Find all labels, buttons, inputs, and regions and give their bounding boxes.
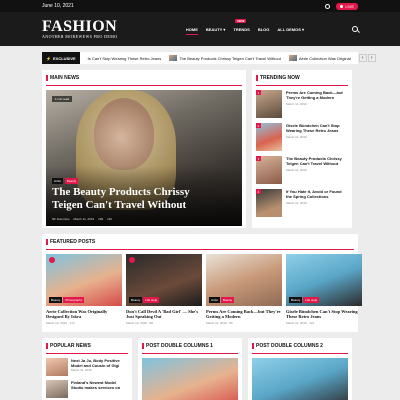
ticker-arrows: ‹ ›	[358, 54, 376, 62]
site-header: FASHION ANOTHER MOREWEWS PRO DEMO HOME B…	[0, 12, 400, 46]
nav-home[interactable]: HOME	[185, 24, 198, 35]
category-tag[interactable]: Life style	[303, 297, 320, 303]
list-item[interactable]: 2 Gisele Bündchen Can't Stop Wearing The…	[256, 123, 348, 151]
featured-title[interactable]: Gisele Bündchen Can't Stop Wearing These…	[286, 309, 362, 319]
category-tag[interactable]: Artist	[52, 178, 63, 184]
nav-all-demos[interactable]: ALL DEMOS ▾	[277, 24, 304, 35]
ticker-thumb	[288, 55, 297, 61]
category-tag[interactable]: Life style	[143, 297, 160, 303]
featured-card[interactable]: Beauty Life style Gisele Bündchen Can't S…	[286, 254, 362, 325]
ticker-item[interactable]: Aerie Collection Was Original	[288, 55, 351, 61]
search-icon[interactable]	[352, 26, 358, 32]
date-text: June 10, 2021	[42, 3, 74, 9]
featured-card[interactable]: Beauty Life style Don't Call Devil A 'Bad…	[126, 254, 202, 325]
list-item[interactable]: Finland's Newest Model Studio makes serv…	[46, 380, 128, 398]
trending-section: TRENDING NOW 1 Perms Are Coming Back—but…	[252, 70, 352, 228]
site-logo[interactable]: FASHION ANOTHER MOREWEWS PRO DEMO	[42, 19, 117, 40]
category-tag[interactable]: Beauty	[129, 297, 143, 303]
live-dot-icon	[340, 4, 344, 8]
featured-title[interactable]: Perms Are Coming Back—but They're Gettin…	[206, 309, 282, 319]
category-tag[interactable]: Beauty	[64, 178, 79, 184]
news-ticker: ⚡ EXCLUSIVE ts Can't Stop Wearing These R…	[42, 52, 376, 64]
popular-thumb	[46, 380, 68, 398]
main-nav: HOME BEAUTY ▾ NEW TRENDS BLOG ALL DEMOS ▾	[185, 18, 358, 35]
live-button[interactable]: LIVE	[336, 2, 358, 10]
list-item[interactable]: 4 If You Hate It, Avoid or Found the Spr…	[256, 189, 348, 217]
featured-card[interactable]: Beauty Photography Aerie Collection Was O…	[46, 254, 122, 325]
post-date: March 12, 2019	[46, 321, 67, 325]
popular-thumb	[46, 358, 68, 376]
section-heading: FEATURED POSTS	[46, 234, 354, 250]
category-tag[interactable]: Photography	[63, 297, 85, 303]
category-tag[interactable]: Beauty	[220, 297, 235, 303]
views-count: 121	[309, 321, 315, 325]
top-bar: June 10, 2021 LIVE	[0, 0, 400, 12]
user-icon[interactable]	[325, 3, 331, 9]
featured-image: Beauty Life style	[286, 254, 362, 306]
list-item[interactable]: Next Ja Ju, Body Positive Model and Cous…	[46, 358, 128, 376]
views-count: 174	[69, 321, 75, 325]
chevron-left-icon[interactable]: ‹	[358, 54, 367, 62]
post-date: March 11, 2019	[206, 321, 227, 325]
play-icon[interactable]	[129, 257, 135, 263]
featured-title[interactable]: Aerie Collection Was Originally Designed…	[46, 309, 122, 319]
ticker-thumb	[169, 55, 178, 61]
trend-thumb: 4	[256, 189, 282, 217]
post-date: March 12, 2019	[126, 321, 147, 325]
hero-post[interactable]: 1 min read Artist Beauty The Beauty Prod…	[46, 90, 242, 226]
nav-blog[interactable]: BLOG	[258, 24, 270, 35]
views-count: 88	[149, 321, 153, 325]
featured-section: FEATURED POSTS Beauty Photography Aerie C…	[42, 234, 362, 332]
main-news-section: MAIN NEWS 1 min read Artist Beauty The B…	[42, 70, 246, 228]
nav-trends[interactable]: NEW TRENDS	[233, 18, 250, 35]
list-item[interactable]: 3 The Beauty Products Chrissy Teigen Can…	[256, 156, 348, 184]
bolt-icon: ⚡	[46, 55, 51, 61]
featured-title[interactable]: Don't Call Devil A 'Bad Girl' — She's Ju…	[126, 309, 202, 319]
post-double-columns-2: POST DOUBLE COLUMNS 2	[248, 338, 352, 400]
popular-news-section: POPULAR NEWS Next Ja Ju, Body Positive M…	[42, 338, 132, 400]
featured-card[interactable]: Artist Beauty Perms Are Coming Back—but T…	[206, 254, 282, 325]
trend-thumb: 3	[256, 156, 282, 184]
hero-title[interactable]: The Beauty Products Chrissy Teigen Can't…	[52, 186, 222, 212]
list-item[interactable]: 1 Perms Are Coming Back—but They're Gett…	[256, 90, 348, 118]
section-heading: POST DOUBLE COLUMNS 1	[142, 338, 238, 354]
post-image[interactable]	[252, 358, 348, 400]
views-count: 95	[229, 321, 233, 325]
section-heading: POST DOUBLE COLUMNS 2	[252, 338, 348, 354]
post-double-columns-1: POST DOUBLE COLUMNS 1	[138, 338, 242, 400]
play-icon[interactable]	[49, 257, 55, 263]
post-date: March 11, 2019	[73, 217, 95, 221]
category-tag[interactable]: Artist	[209, 297, 220, 303]
new-badge: NEW	[235, 18, 247, 23]
read-time-badge: 1 min read	[52, 96, 73, 102]
post-image[interactable]	[142, 358, 238, 400]
section-heading: MAIN NEWS	[46, 70, 242, 86]
views-count: 199	[98, 217, 104, 221]
ticker-item[interactable]: ts Can't Stop Wearing These Retro Jeans	[88, 56, 162, 61]
featured-image: Artist Beauty	[206, 254, 282, 306]
trend-thumb: 1	[256, 90, 282, 118]
section-heading: POPULAR NEWS	[46, 338, 128, 354]
featured-image: Beauty Photography	[46, 254, 122, 306]
hero-face	[94, 98, 154, 170]
chevron-right-icon[interactable]: ›	[367, 54, 376, 62]
category-tag[interactable]: Beauty	[49, 297, 63, 303]
category-tag[interactable]: Beauty	[289, 297, 303, 303]
featured-image: Beauty Life style	[126, 254, 202, 306]
trend-thumb: 2	[256, 123, 282, 151]
author-name[interactable]: NF Dummies	[52, 217, 70, 221]
section-heading: TRENDING NOW	[256, 70, 348, 86]
post-date: March 11, 2019	[286, 321, 307, 325]
ticker-item[interactable]: The Beauty Products Chrissy Teigen Can't…	[169, 55, 281, 61]
nav-beauty[interactable]: BEAUTY ▾	[206, 24, 226, 35]
ticker-label: ⚡ EXCLUSIVE	[42, 52, 80, 64]
comments-count: 110	[107, 217, 112, 221]
